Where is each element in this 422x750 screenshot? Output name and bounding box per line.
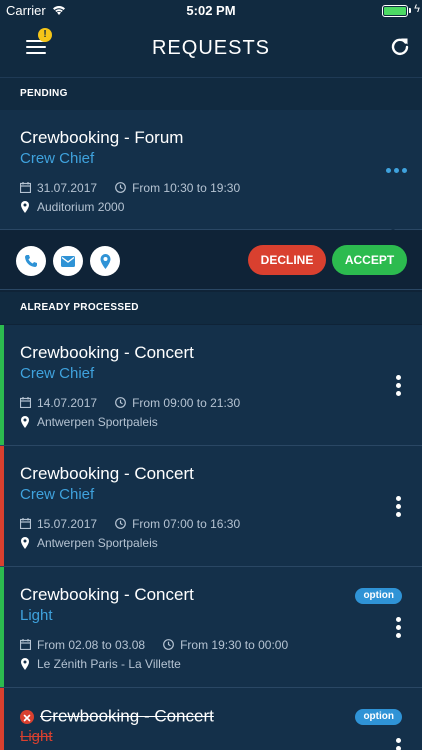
request-role: Crew Chief xyxy=(20,486,95,503)
location-pin-icon xyxy=(20,536,32,549)
request-schedule-row: 14.07.2017 From 09:00 to 21:30 xyxy=(20,395,240,410)
processed-request-card[interactable]: Crewbooking - Concert Crew Chief 14.07.2… xyxy=(0,325,422,446)
more-options-icon[interactable] xyxy=(386,168,408,174)
app-header: ! REQUESTS xyxy=(0,22,422,78)
option-badge: option xyxy=(355,709,402,725)
more-options-icon[interactable] xyxy=(396,617,402,639)
request-role: Crew Chief xyxy=(20,150,95,167)
request-location-row: Antwerpen Sportpaleis xyxy=(20,535,158,550)
section-processed: ALREADY PROCESSED xyxy=(0,292,422,324)
request-date: 14.07.2017 xyxy=(37,395,98,410)
request-date: 31.07.2017 xyxy=(37,180,98,195)
status-declined-indicator xyxy=(0,446,4,566)
request-time: From 10:30 to 19:30 xyxy=(132,180,241,195)
request-schedule-row: From 02.08 to 03.08 From 19:30 to 00:00 xyxy=(20,637,288,652)
request-location-row: Auditorium 2000 xyxy=(20,199,124,214)
request-title: Crewbooking - Concert xyxy=(40,706,214,726)
call-button[interactable] xyxy=(16,246,46,276)
location-pin-icon xyxy=(20,415,32,428)
request-title-cancelled: Crewbooking - Concert xyxy=(20,706,214,727)
option-badge: option xyxy=(355,588,402,604)
processed-request-card[interactable]: Crewbooking - Concert Crew Chief 15.07.2… xyxy=(0,446,422,567)
request-schedule-row: 15.07.2017 From 07:00 to 16:30 xyxy=(20,516,240,531)
mail-icon xyxy=(61,255,75,267)
email-button[interactable] xyxy=(53,246,83,276)
request-title: Crewbooking - Concert xyxy=(20,464,194,483)
request-time: From 19:30 to 00:00 xyxy=(180,637,289,652)
status-bar: Carrier 5:02 PM ϟ xyxy=(0,0,422,22)
phone-icon xyxy=(25,255,37,267)
map-button[interactable] xyxy=(90,246,120,276)
request-time: From 09:00 to 21:30 xyxy=(132,395,241,410)
clock-icon xyxy=(115,182,127,194)
request-location-row: Le Zénith Paris - La Villette xyxy=(20,656,181,671)
request-location-row: Antwerpen Sportpaleis xyxy=(20,414,158,429)
calendar-icon xyxy=(20,518,32,530)
more-options-icon[interactable] xyxy=(396,496,402,518)
pending-request-card[interactable]: Crewbooking - Forum Crew Chief 31.07.201… xyxy=(0,110,422,230)
more-options-icon[interactable] xyxy=(396,375,402,397)
clock: 5:02 PM xyxy=(186,3,236,18)
processed-request-card[interactable]: Crewbooking - Concert option Light xyxy=(0,688,422,750)
charging-icon: ϟ xyxy=(414,3,420,15)
status-declined-indicator xyxy=(0,688,4,750)
processed-request-card[interactable]: Crewbooking - Concert option Light From … xyxy=(0,567,422,688)
request-actions-bar: DECLINE ACCEPT xyxy=(0,230,422,290)
calendar-icon xyxy=(20,397,32,409)
request-role: Light xyxy=(20,607,53,624)
refresh-icon[interactable] xyxy=(390,36,410,56)
status-accepted-indicator xyxy=(0,567,4,687)
calendar-icon xyxy=(20,182,32,194)
request-role: Light xyxy=(20,728,53,745)
location-pin-icon xyxy=(20,657,32,670)
map-pin-icon xyxy=(100,253,110,269)
more-options-icon[interactable] xyxy=(396,738,402,750)
clock-icon xyxy=(163,639,175,651)
request-date: 15.07.2017 xyxy=(37,516,98,531)
request-role: Crew Chief xyxy=(20,365,95,382)
request-schedule-row: 31.07.2017 From 10:30 to 19:30 xyxy=(20,180,240,195)
battery-tip xyxy=(409,8,411,13)
request-location: Le Zénith Paris - La Villette xyxy=(37,656,181,671)
cancelled-icon xyxy=(20,709,34,724)
battery-icon xyxy=(382,5,408,17)
request-location: Antwerpen Sportpaleis xyxy=(37,535,158,550)
status-accepted-indicator xyxy=(0,325,4,445)
request-title: Crewbooking - Concert xyxy=(20,585,194,604)
section-pending: PENDING xyxy=(0,78,422,110)
request-title: Crewbooking - Forum xyxy=(20,128,184,147)
request-time: From 07:00 to 16:30 xyxy=(132,516,241,531)
accept-button[interactable]: ACCEPT xyxy=(332,245,407,275)
page-title: REQUESTS xyxy=(151,37,271,59)
request-location: Auditorium 2000 xyxy=(37,199,125,214)
decline-button[interactable]: DECLINE xyxy=(248,245,326,275)
request-date: From 02.08 to 03.08 xyxy=(37,637,146,652)
clock-icon xyxy=(115,397,127,409)
request-title: Crewbooking - Concert xyxy=(20,343,194,362)
location-pin-icon xyxy=(20,200,32,213)
request-location: Antwerpen Sportpaleis xyxy=(37,414,158,429)
clock-icon xyxy=(115,518,127,530)
calendar-icon xyxy=(20,639,32,651)
